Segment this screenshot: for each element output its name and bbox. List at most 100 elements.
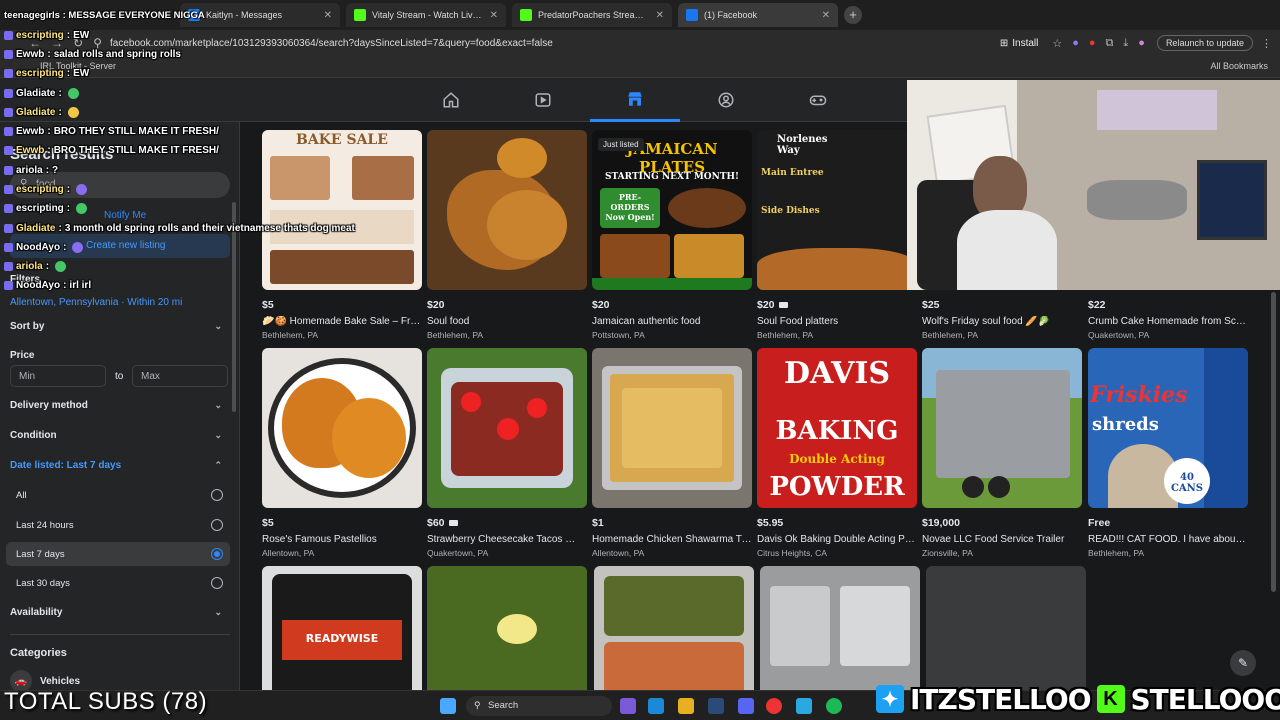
- chevron-down-icon: ⌄: [214, 430, 222, 440]
- listing-card[interactable]: $60 Strawberry Cheesecake Tacos 🍓🌮 Quake…: [427, 348, 587, 558]
- taskbar-search[interactable]: ⚲ Search: [466, 696, 612, 716]
- main-scrollbar[interactable]: [1271, 292, 1276, 592]
- extension-icon[interactable]: ●: [1089, 37, 1096, 50]
- listing-card[interactable]: $22 Crumb Cake Homemade from Scratch Qua…: [1088, 292, 1248, 340]
- nav-home[interactable]: [406, 78, 496, 122]
- radio-button[interactable]: [211, 489, 223, 501]
- chat-text: 3 month old spring rolls and their vietn…: [64, 223, 355, 234]
- poster-text: BAKE SALE: [296, 132, 388, 148]
- close-icon[interactable]: ✕: [490, 10, 498, 21]
- date-option-30d[interactable]: Last 30 days: [6, 571, 230, 595]
- radio-button[interactable]: [211, 577, 223, 589]
- condition-dropdown[interactable]: Condition ⌄: [10, 430, 222, 441]
- radio-button[interactable]: [211, 548, 223, 560]
- availability-label: Availability: [10, 607, 63, 618]
- marketplace-icon: [628, 91, 642, 106]
- listing-price: $1: [592, 517, 604, 529]
- app-icon[interactable]: [620, 698, 636, 714]
- nav-groups[interactable]: [681, 78, 771, 122]
- listing-location: Quakertown, PA: [427, 548, 489, 558]
- chat-separator: :: [63, 280, 67, 291]
- all-bookmarks[interactable]: All Bookmarks: [1210, 61, 1268, 71]
- search-icon: ⚲: [474, 700, 481, 710]
- download-icon[interactable]: ⤓: [1123, 37, 1128, 50]
- poster-text: PRE-ORDERS Now Open!: [605, 192, 655, 222]
- listing-card[interactable]: $20 Soul food Bethlehem, PA: [427, 130, 587, 340]
- extension-icons: ☆ ● ● ⧉ ⤓ ●: [1052, 37, 1145, 50]
- profile-icon[interactable]: ●: [1138, 37, 1145, 50]
- chat-username: escripting: [16, 68, 64, 79]
- location-filter[interactable]: Allentown, Pennsylvania · Within 20 mi: [10, 297, 182, 308]
- listing-card[interactable]: $1 Homemade Chicken Shawarma Tr... Allen…: [592, 348, 752, 558]
- nav-gaming[interactable]: [773, 78, 863, 122]
- telegram-icon[interactable]: [796, 698, 812, 714]
- star-icon[interactable]: ☆: [1052, 37, 1062, 50]
- steam-icon[interactable]: [708, 698, 724, 714]
- listing-title: Rose's Famous Pastellios: [262, 534, 377, 545]
- nav-video[interactable]: [498, 78, 588, 122]
- browser-tab-4[interactable]: (1) Facebook ✕: [678, 3, 838, 27]
- price-max-input[interactable]: [132, 365, 228, 387]
- chat-emote-icon: [67, 107, 79, 118]
- sort-by-dropdown[interactable]: Sort by ⌄: [10, 321, 222, 332]
- chat-badge-icon: [4, 262, 13, 271]
- delivery-method-dropdown[interactable]: Delivery method ⌄: [10, 400, 222, 411]
- chat-emote-icon: [55, 261, 67, 272]
- chat-text: irl irl: [69, 280, 92, 291]
- listing-card[interactable]: DAVIS BAKING Double Acting POWDER $5.95 …: [757, 348, 917, 558]
- price-min-input[interactable]: [10, 365, 106, 387]
- facebook-icon: [686, 9, 698, 21]
- chat-emote-icon: [67, 88, 79, 99]
- close-icon[interactable]: ✕: [324, 10, 332, 21]
- relaunch-button[interactable]: Relaunch to update: [1156, 35, 1253, 51]
- listing-card[interactable]: $19,000 Novae LLC Food Service Trailer Z…: [922, 348, 1082, 558]
- edge-icon[interactable]: [648, 698, 664, 714]
- folder-icon[interactable]: [678, 698, 694, 714]
- compose-button[interactable]: ✎: [1230, 650, 1256, 676]
- listing-title: Davis Ok Baking Double Acting Po...: [757, 534, 917, 545]
- listing-card[interactable]: Friskies shreds 40 CANS Free READ!!! CAT…: [1088, 348, 1248, 558]
- browser-tab-3[interactable]: PredatorPoachers Stream - Watch ✕: [512, 3, 672, 27]
- puzzle-icon[interactable]: ⧉: [1106, 37, 1114, 50]
- category-label: Vehicles: [40, 675, 81, 687]
- radio-label: All: [16, 490, 27, 501]
- install-button[interactable]: ⊞ Install: [1000, 38, 1039, 49]
- tab-title: Kaitlyn - Messages: [206, 10, 283, 20]
- windows-start-icon[interactable]: [440, 698, 456, 714]
- listing-card[interactable]: BAKE SALE $5 🥟🍪 Homemade Bake Sale – Fre…: [262, 130, 422, 340]
- date-option-all[interactable]: All: [6, 483, 230, 507]
- chat-message: Ewwb: BRO THEY STILL MAKE IT FRESH/: [4, 126, 219, 137]
- date-listed-dropdown[interactable]: Date listed: Last 7 days ⌃: [10, 460, 222, 471]
- listing-location: Bethlehem, PA: [922, 330, 979, 340]
- nav-marketplace[interactable]: [590, 78, 680, 122]
- listing-title: Homemade Chicken Shawarma Tr...: [592, 534, 752, 545]
- listing-card[interactable]: $5 Rose's Famous Pastellios Allentown, P…: [262, 348, 422, 558]
- poster-text: STARTING NEXT MONTH!: [604, 172, 740, 182]
- address-bar: ← → ↻ ⚲ facebook.com/marketplace/1031293…: [0, 30, 1280, 56]
- extension-icon[interactable]: ●: [1072, 37, 1079, 50]
- url-field[interactable]: facebook.com/marketplace/103129393060364…: [110, 38, 1000, 49]
- poster-text: Side Dishes: [761, 206, 820, 216]
- date-option-7d[interactable]: Last 7 days: [6, 542, 230, 566]
- close-icon[interactable]: ✕: [822, 10, 830, 21]
- date-option-24h[interactable]: Last 24 hours: [6, 513, 230, 537]
- listing-card[interactable]: Norlenes Way Main Entree Side Dishes $20…: [757, 130, 917, 340]
- menu-icon[interactable]: ⋮: [1261, 37, 1272, 50]
- close-icon[interactable]: ✕: [656, 10, 664, 21]
- chrome-icon[interactable]: [766, 698, 782, 714]
- listing-card[interactable]: $25 Wolf's Friday soul food 🥖🥬 Bethlehem…: [922, 292, 1082, 340]
- radio-button[interactable]: [211, 519, 223, 531]
- listing-card[interactable]: JAMAICAN PLATES STARTING NEXT MONTH! PRE…: [592, 130, 752, 340]
- spotify-icon[interactable]: [826, 698, 842, 714]
- discord-icon[interactable]: [738, 698, 754, 714]
- site-info-icon[interactable]: ⚲: [93, 36, 102, 50]
- new-tab-button[interactable]: +: [844, 6, 862, 24]
- chevron-down-icon: ⌄: [214, 321, 222, 331]
- chat-badge-icon: [4, 224, 13, 233]
- availability-dropdown[interactable]: Availability ⌄: [10, 607, 222, 618]
- poster-text: Friskies: [1090, 382, 1188, 408]
- listing-image: [427, 348, 587, 508]
- radio-label: Last 30 days: [16, 578, 70, 589]
- listing-location: Quakertown, PA: [1088, 330, 1150, 340]
- browser-tab-2[interactable]: Vitaly Stream - Watch Live on Kick ✕: [346, 3, 506, 27]
